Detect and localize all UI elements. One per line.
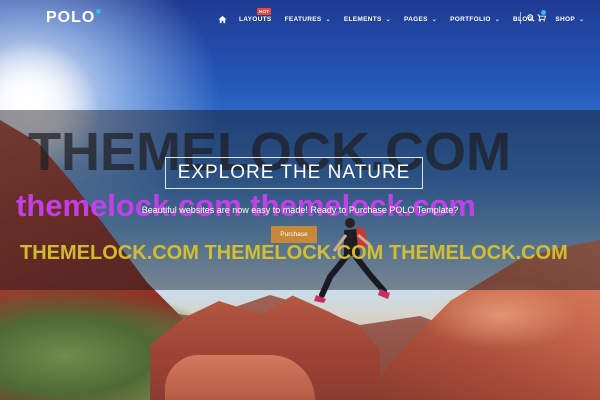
chevron-down-icon: ⌄ xyxy=(325,16,331,23)
nav-item-shop[interactable]: SHOP ⌄ xyxy=(555,16,584,23)
nav-label: PORTFOLIO xyxy=(450,15,491,23)
logo-dot xyxy=(96,9,101,14)
nav-label: LAYOUTS xyxy=(239,15,272,23)
nav-item-features[interactable]: FEATURES ⌄ xyxy=(285,16,331,23)
nav-item-elements[interactable]: ELEMENTS ⌄ xyxy=(344,16,391,23)
chevron-down-icon: ⌄ xyxy=(494,16,501,23)
nav-item-pages[interactable]: PAGES ⌄ xyxy=(404,16,437,23)
logo[interactable]: POLO xyxy=(46,9,95,27)
hot-badge: HOT xyxy=(257,7,272,15)
nav-divider xyxy=(520,12,521,24)
chevron-down-icon: ⌄ xyxy=(578,16,585,23)
hero-title: EXPLORE THE NATURE xyxy=(177,162,411,183)
nav-label: ELEMENTS xyxy=(343,15,382,23)
nav-label: SHOP xyxy=(555,15,575,23)
nav-label: FEATURES xyxy=(284,15,322,23)
hero-title-box: EXPLORE THE NATURE xyxy=(165,157,423,189)
watermark-line-3: THEMELOCK.COM THEMELOCK.COM THEMELOCK.CO… xyxy=(20,242,568,264)
site-header: POLO LAYOUTS HOT FEATURES ⌄ ELEMENTS ⌄ P… xyxy=(0,0,600,36)
rock-highlight xyxy=(420,280,580,350)
nav-item-portfolio[interactable]: PORTFOLIO ⌄ xyxy=(450,16,500,23)
purchase-button[interactable]: Purchase xyxy=(271,226,317,243)
chevron-down-icon: ⌄ xyxy=(431,16,438,23)
hero-subtitle: Beautiful websites are now easy to made!… xyxy=(141,205,459,215)
cart-icon[interactable] xyxy=(537,14,546,22)
chevron-down-icon: ⌄ xyxy=(385,16,391,23)
boulder xyxy=(165,355,315,400)
nav-item-layouts[interactable]: LAYOUTS HOT xyxy=(239,7,272,23)
home-icon[interactable] xyxy=(218,15,227,24)
search-icon[interactable] xyxy=(527,14,535,22)
nav-label: PAGES xyxy=(403,15,428,23)
cart-count-badge xyxy=(541,10,546,15)
